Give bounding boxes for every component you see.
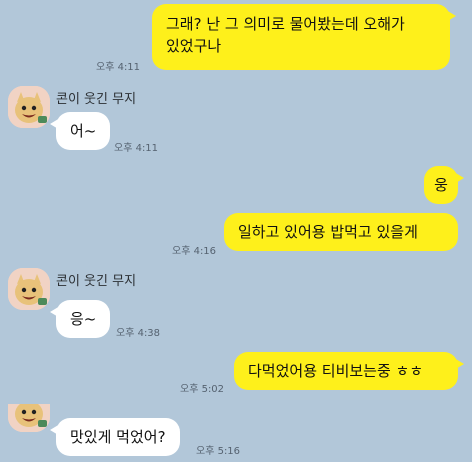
message-bubble-1[interactable]: 그래? 난 그 의미로 물어봤는데 오해가 있었구나	[152, 4, 456, 70]
message-bubble-6[interactable]: 다먹었어용 티비보는중 ㅎㅎ	[234, 352, 464, 390]
message-text: 일하고 있어용 밥먹고 있을게	[238, 223, 418, 241]
message-time-2: 오후 4:11	[114, 143, 159, 154]
muzi-avatar-icon[interactable]	[8, 404, 50, 432]
contact-name: 콘이 웃긴 무지	[56, 92, 137, 107]
message-text: 맛있게 먹었어?	[70, 428, 166, 446]
message-text: 어~	[70, 122, 97, 140]
muzi-avatar-icon[interactable]	[8, 268, 50, 310]
message-time-5: 오후 4:38	[116, 328, 161, 339]
message-text-line1: 그래? 난 그 의미로 물어봤는데 오해가	[166, 15, 405, 33]
message-text: 웅	[434, 176, 448, 194]
contact-name: 콘이 웃긴 무지	[56, 274, 137, 289]
message-bubble-7[interactable]: 맛있게 먹었어?	[50, 418, 180, 456]
muzi-avatar-icon[interactable]	[8, 86, 50, 128]
message-text: 응~	[70, 310, 97, 328]
message-time-6: 오후 5:02	[180, 384, 225, 395]
message-time-1: 오후 4:11	[96, 62, 141, 73]
message-text-line2: 있었구나	[166, 37, 222, 55]
message-bubble-2[interactable]: 어~	[49, 112, 111, 150]
message-text: 다먹었어용 티비보는중 ㅎㅎ	[248, 362, 424, 380]
message-time-7: 오후 5:16	[196, 446, 241, 457]
message-bubble-3[interactable]: 웅	[424, 166, 464, 204]
message-bubble-5[interactable]: 응~	[49, 300, 111, 338]
message-bubble-4[interactable]: 일하고 있어용 밥먹고 있을게	[224, 213, 458, 251]
message-time-4: 오후 4:16	[172, 246, 217, 257]
